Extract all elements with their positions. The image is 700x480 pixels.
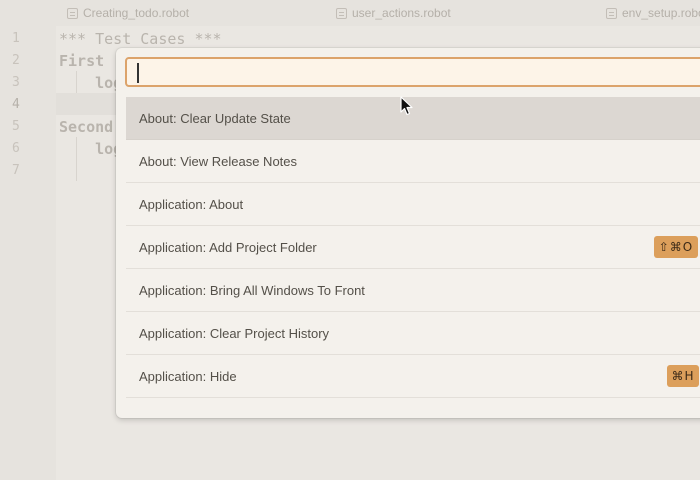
code-line: First bbox=[59, 52, 105, 70]
command-item[interactable]: Application: About bbox=[126, 183, 700, 226]
command-item[interactable]: Application: Add Project Folder ⇧⌘O bbox=[126, 226, 700, 269]
line-number-gutter bbox=[0, 26, 56, 480]
mouse-pointer-icon bbox=[400, 96, 413, 116]
command-label: About: View Release Notes bbox=[139, 153, 298, 169]
command-label: Application: Bring All Windows To Front bbox=[139, 282, 365, 298]
text-caret bbox=[137, 63, 139, 83]
command-label: Application: Clear Project History bbox=[139, 325, 330, 341]
line-number: 7 bbox=[12, 163, 20, 178]
keyboard-shortcut-badge: ⇧⌘O bbox=[654, 236, 698, 258]
file-icon bbox=[336, 7, 347, 19]
command-label: About: Clear Update State bbox=[139, 110, 291, 126]
command-item[interactable]: About: View Release Notes bbox=[126, 140, 700, 183]
command-list[interactable]: About: Clear Update State About: View Re… bbox=[126, 97, 700, 418]
code-line: log bbox=[59, 74, 123, 92]
tab-user-actions[interactable]: user_actions.robot bbox=[336, 0, 451, 26]
tab-creating-todo[interactable]: Creating_todo.robot bbox=[67, 0, 189, 26]
command-label: Application: About bbox=[139, 196, 244, 212]
command-label: Application: Hide bbox=[139, 368, 237, 384]
command-item[interactable] bbox=[126, 398, 700, 418]
tab-bar: Creating_todo.robot user_actions.robot e… bbox=[0, 0, 700, 26]
line-number: 5 bbox=[12, 119, 20, 134]
command-item[interactable]: Application: Hide ⌘H bbox=[126, 355, 700, 398]
tab-label: user_actions.robot bbox=[352, 6, 451, 20]
tab-label: env_setup.robot bbox=[622, 6, 700, 20]
line-number: 2 bbox=[12, 53, 20, 68]
file-icon bbox=[67, 7, 78, 19]
code-line: *** Test Cases *** bbox=[59, 30, 222, 48]
command-item[interactable]: Application: Bring All Windows To Front bbox=[126, 269, 700, 312]
line-number: 4 bbox=[12, 97, 20, 112]
keyboard-shortcut-badge: ⌘H bbox=[667, 365, 699, 387]
tab-label: Creating_todo.robot bbox=[83, 6, 190, 20]
code-line: log bbox=[59, 140, 123, 158]
command-search-input[interactable] bbox=[125, 57, 700, 87]
line-number: 6 bbox=[12, 141, 20, 156]
command-label: Application: Add Project Folder bbox=[139, 239, 317, 255]
file-icon bbox=[606, 7, 617, 19]
command-item[interactable]: Application: Clear Project History bbox=[126, 312, 700, 355]
code-line: Second bbox=[59, 118, 114, 136]
line-number: 1 bbox=[12, 31, 20, 46]
line-number: 3 bbox=[12, 75, 20, 90]
tab-env-setup[interactable]: env_setup.robot bbox=[606, 0, 700, 26]
